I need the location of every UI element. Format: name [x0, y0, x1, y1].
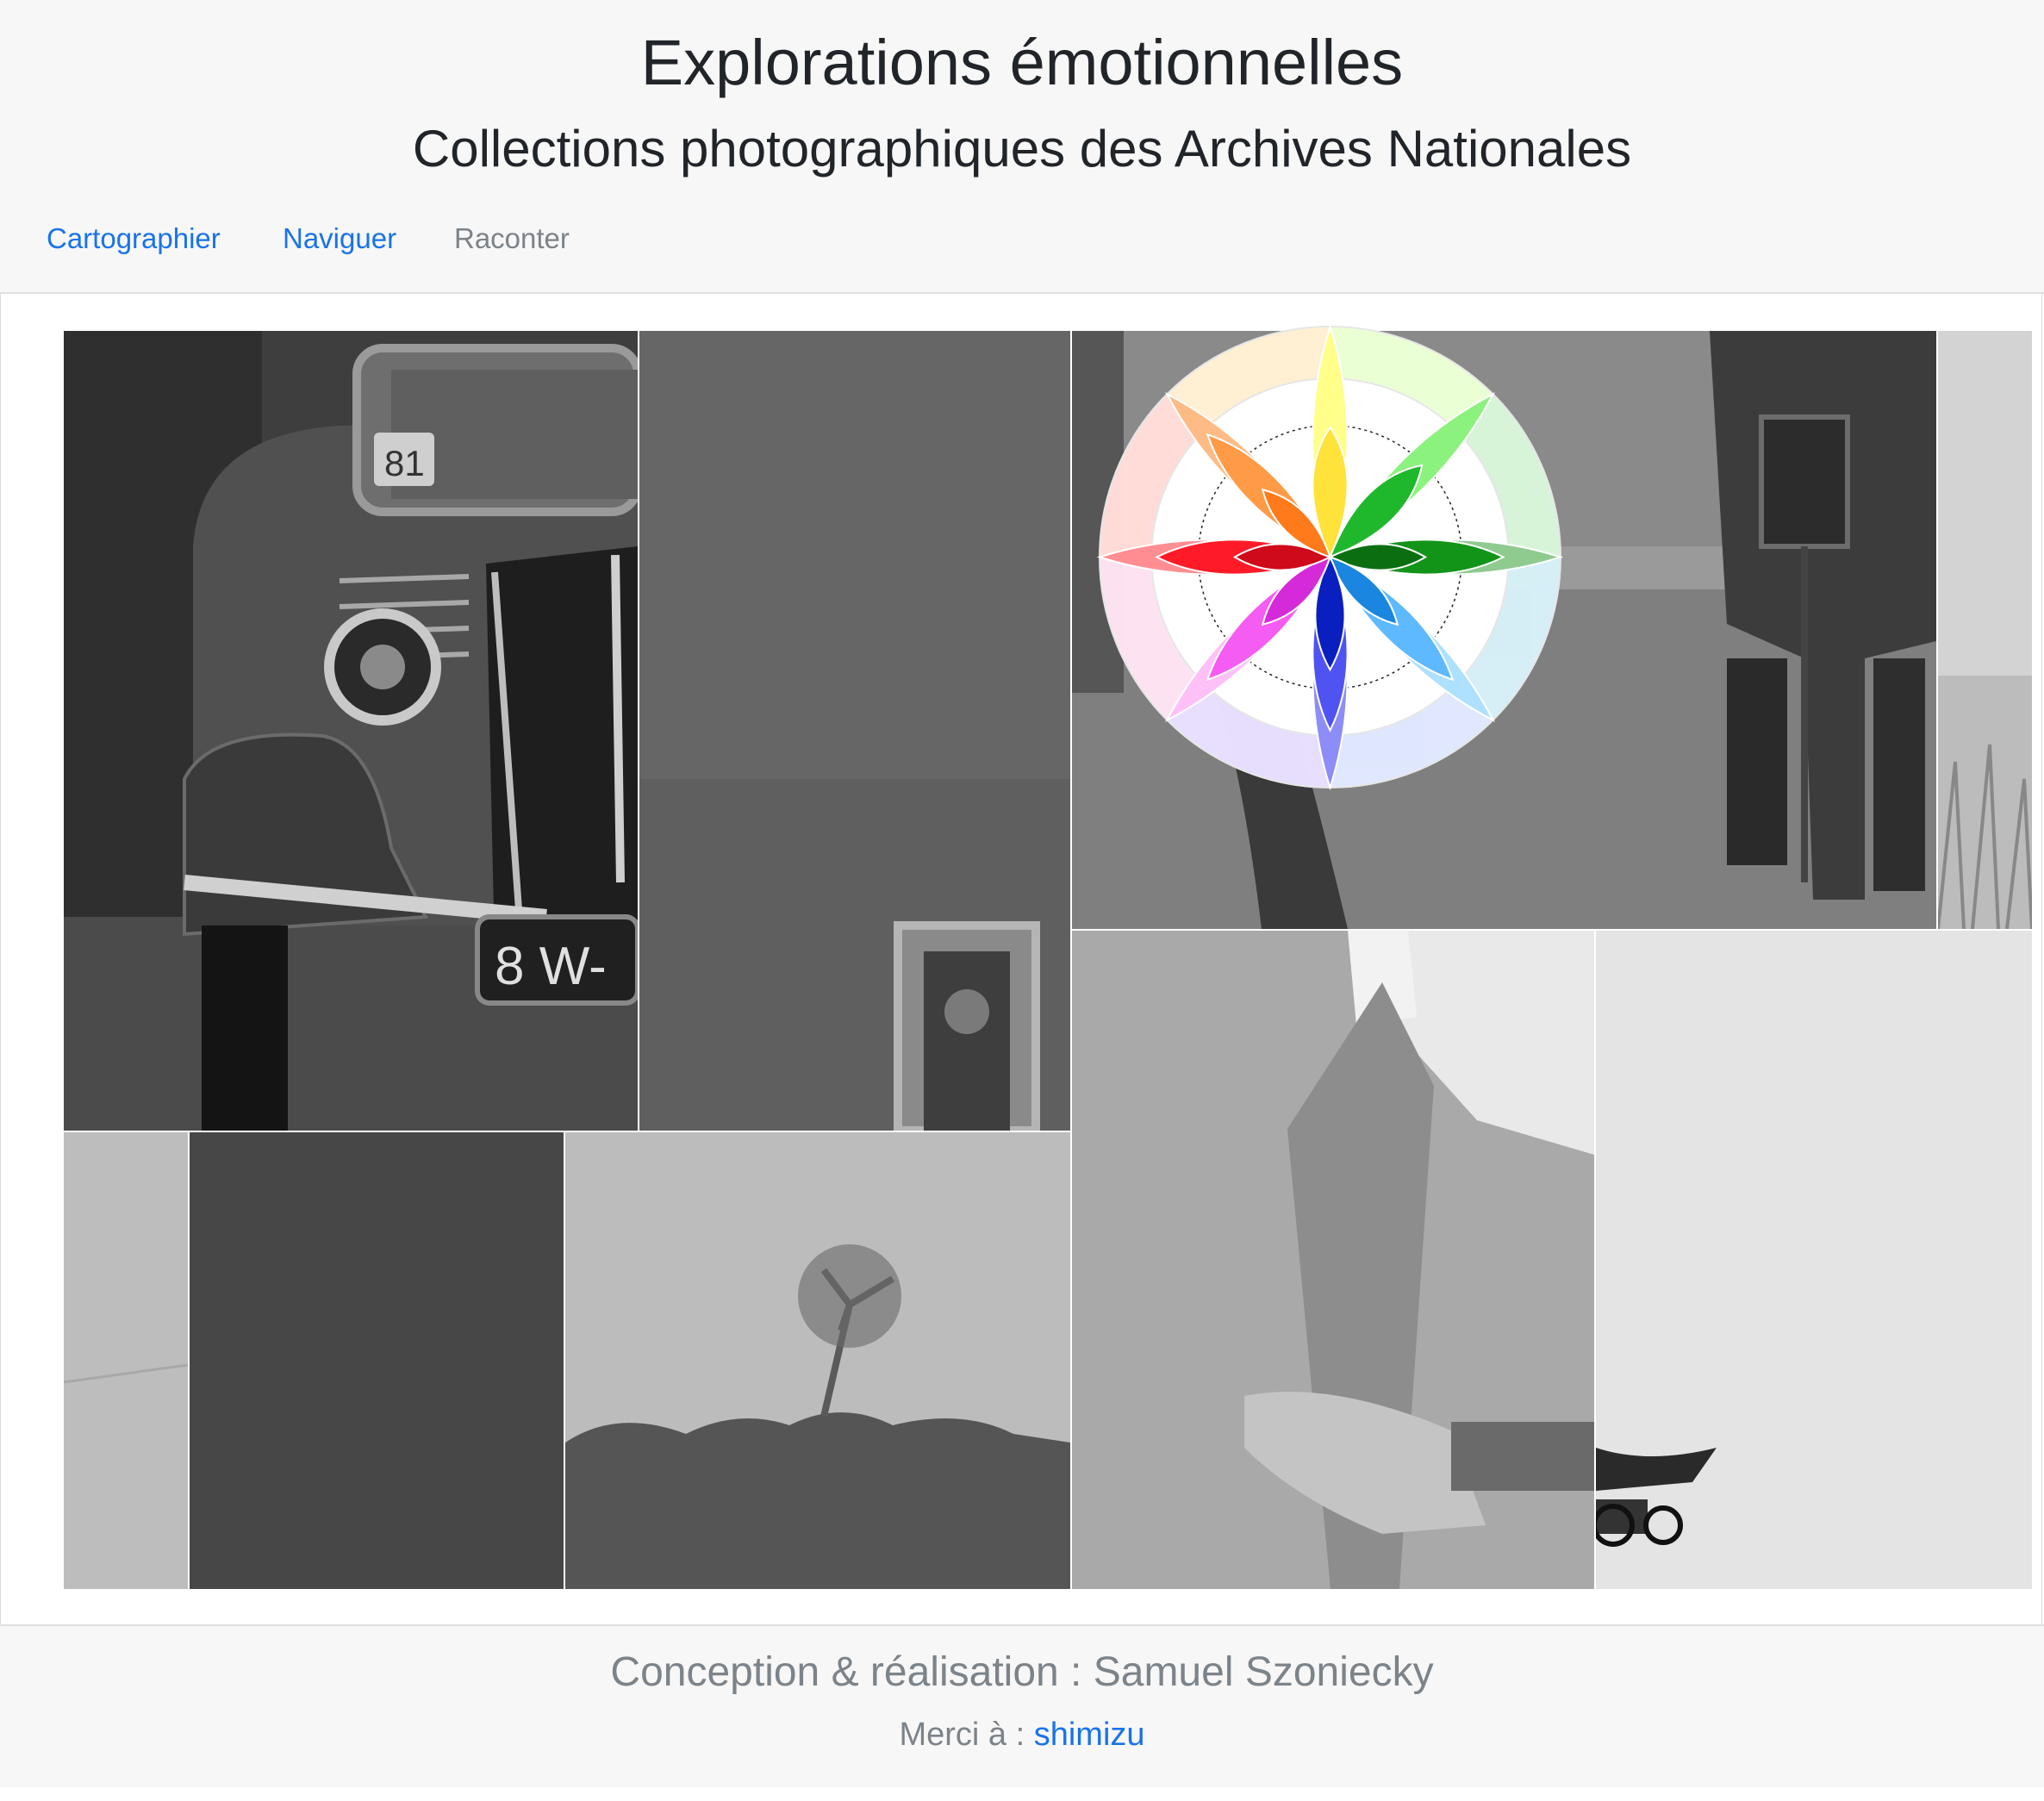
photo-tile-sky-hat[interactable]: [1596, 931, 2032, 1589]
page-title: Explorations émotionnelles: [640, 27, 1404, 98]
photo-tile-dark-grey[interactable]: [190, 1132, 564, 1589]
photo-tile-trees[interactable]: [565, 1132, 1070, 1589]
emotion-wheel[interactable]: [1096, 323, 1564, 791]
photo-tile-wall[interactable]: [639, 331, 1070, 1131]
footer-thanks: Merci à : shimizu: [0, 1711, 2044, 1759]
nav-naviguer[interactable]: Naviguer: [283, 219, 396, 259]
nav-raconter[interactable]: Raconter: [454, 219, 570, 259]
page-subtitle: Collections photographiques des Archives…: [412, 120, 1632, 178]
windshield-sticker-text: 81: [384, 443, 425, 483]
photo-mosaic: 81 8 W-: [64, 331, 2032, 1589]
photo-tile-jacket[interactable]: [1072, 931, 1594, 1589]
footer-credits: Conception & réalisation : Samuel Szonie…: [610, 1649, 1434, 1695]
nav-cartographier[interactable]: Cartographier: [47, 219, 221, 259]
thanks-link[interactable]: shimizu: [1034, 1717, 1145, 1753]
thanks-prefix: Merci à :: [899, 1717, 1025, 1753]
photo-tile-car[interactable]: 81 8 W-: [64, 331, 638, 1131]
photo-tile-grass[interactable]: [1938, 331, 2032, 929]
site-footer: Conception & réalisation : Samuel Szonie…: [0, 1624, 2044, 1787]
site-header: Explorations émotionnelles Collections p…: [0, 0, 2044, 294]
photo-tile-light-grey[interactable]: [64, 1132, 188, 1589]
license-plate-text: 8 W-: [495, 937, 607, 996]
